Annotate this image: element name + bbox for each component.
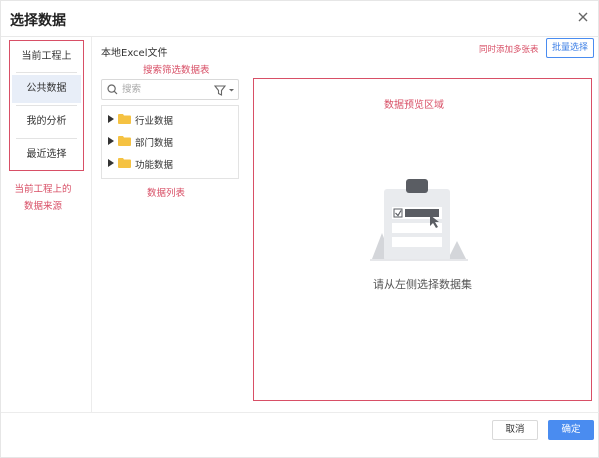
- preview-annotation: 数据预览区域: [384, 100, 444, 111]
- column-divider: [91, 37, 92, 413]
- close-icon[interactable]: [576, 10, 590, 24]
- sidebar-divider: [16, 105, 77, 106]
- tree-item-function[interactable]: 功能数据: [108, 155, 233, 171]
- tree-item-label: 功能数据: [135, 160, 174, 171]
- data-table-tree: 行业数据 部门数据 功能数据: [101, 105, 239, 179]
- local-excel-label[interactable]: 本地Excel文件: [101, 44, 168, 59]
- sidebar-item-my-analysis[interactable]: 我的分析: [12, 108, 81, 136]
- data-source-sidebar: 当前工程上 公共数据 我的分析 最近选择: [9, 40, 84, 171]
- sidebar-item-current-project[interactable]: 当前工程上: [12, 43, 81, 71]
- tree-item-industry[interactable]: 行业数据: [108, 111, 233, 127]
- search-icon: [107, 84, 118, 98]
- confirm-button[interactable]: 确定: [548, 420, 594, 440]
- sidebar-annotation: 当前工程上的 数据来源: [11, 181, 75, 215]
- filter-icon[interactable]: [212, 83, 236, 97]
- folder-icon: [118, 114, 131, 127]
- select-data-dialog: 选择数据 当前工程上 公共数据 我的分析 最近选择 当前工程上的 数据来源 本地…: [0, 0, 599, 458]
- dialog-header: 选择数据: [1, 1, 599, 37]
- caret-right-icon[interactable]: [108, 115, 114, 126]
- list-annotation: 数据列表: [147, 188, 186, 199]
- footer-divider: [1, 412, 599, 413]
- tree-item-label: 行业数据: [135, 116, 174, 127]
- sidebar-item-public-data[interactable]: 公共数据: [12, 75, 81, 103]
- folder-icon: [118, 136, 131, 149]
- caret-right-icon[interactable]: [108, 159, 114, 170]
- multi-table-annotation: 同时添加多张表: [479, 45, 539, 55]
- search-input[interactable]: [122, 82, 208, 97]
- caret-right-icon[interactable]: [108, 137, 114, 148]
- cancel-button[interactable]: 取消: [492, 420, 538, 440]
- sidebar-divider: [16, 138, 77, 139]
- empty-state-text: 请从左侧选择数据集: [373, 278, 472, 291]
- folder-icon: [118, 158, 131, 171]
- sidebar-item-recent[interactable]: 最近选择: [12, 141, 81, 169]
- search-box: [101, 79, 239, 100]
- sidebar-annotation-line2: 数据来源: [23, 201, 62, 212]
- batch-select-button[interactable]: 批量选择: [546, 38, 594, 58]
- data-preview-area: 数据预览区域 请从左侧选择数据集: [253, 78, 592, 401]
- search-annotation: 搜索筛选数据表: [143, 65, 210, 76]
- dialog-title: 选择数据: [10, 13, 66, 29]
- tree-item-label: 部门数据: [135, 138, 174, 149]
- clipboard-illustration-icon: [362, 171, 472, 269]
- sidebar-divider: [16, 72, 77, 73]
- sidebar-annotation-line1: 当前工程上的: [14, 184, 72, 195]
- tree-item-department[interactable]: 部门数据: [108, 133, 233, 149]
